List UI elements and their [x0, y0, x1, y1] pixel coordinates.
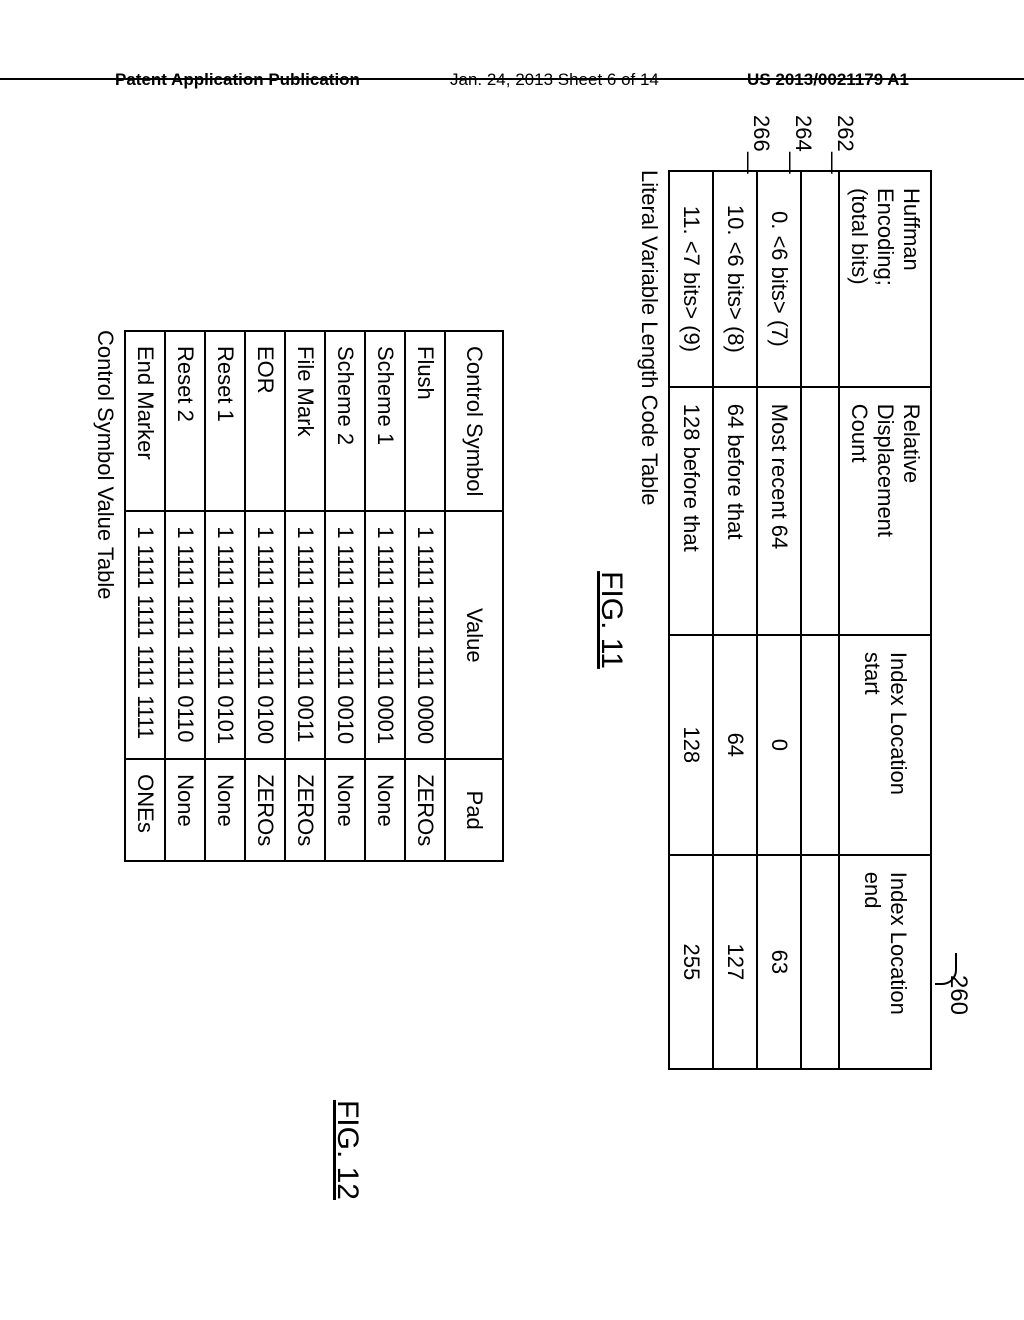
cell: None [205, 759, 245, 861]
cell: Most recent 64 [757, 387, 801, 635]
table-row: Reset 21 1111 1111 1111 0110None [165, 331, 205, 861]
fig11-label: FIG. 11 [594, 170, 628, 1070]
page-header: Patent Application Publication Jan. 24, … [0, 70, 1024, 80]
fig12-label: FIG. 12 [330, 1100, 364, 1200]
header-pub-text: Patent Application Publication [115, 70, 360, 90]
cell: 1 1111 1111 1111 0010 [325, 511, 365, 759]
table-row: 10. <6 bits> (8) 64 before that 64 127 [713, 171, 757, 1069]
col-index-end: Index Location end [839, 855, 931, 1069]
header-date-sheet: Jan. 24, 2013 Sheet 6 of 14 [450, 70, 659, 90]
leader-line-icon: — [760, 152, 762, 170]
cell: Reset 1 [205, 331, 245, 511]
col-rel-disp: Relative DisplacementCount [839, 387, 931, 635]
header-pub-number: US 2013/0021179 A1 [747, 70, 909, 90]
fig11-group: 260 262— 264— 266— Huffman Encoding;(tot… [594, 170, 932, 1070]
cell: 128 [669, 635, 713, 855]
cell: 1 1111 1111 1111 0011 [285, 511, 325, 759]
ref-264: 264— [790, 115, 816, 170]
fig11-caption: Literal Variable Length Code Table [636, 170, 662, 1070]
ref-266-text: 266 [748, 115, 774, 152]
cell: 1 1111 1111 1111 1111 [125, 511, 165, 759]
cell: 0. <6 bits> (7) [757, 171, 801, 387]
table-row: 11. <7 bits> (9) 128 before that 128 255 [669, 171, 713, 1069]
cell: 0 [757, 635, 801, 855]
col-pad: Pad [445, 759, 503, 861]
cell: 64 [713, 635, 757, 855]
fig12-group: FIG. 12 Control Symbol Value Pad Flush1 … [92, 330, 504, 1070]
col-index-start: Index Location start [839, 635, 931, 855]
fig12-caption: Control Symbol Value Table [92, 330, 118, 1070]
cell: ZEROs [245, 759, 285, 861]
cell: 1 1111 1111 1111 0000 [405, 511, 445, 759]
table-header-row: Huffman Encoding;(total bits) Relative D… [839, 171, 931, 1069]
cell: None [325, 759, 365, 861]
cell: None [365, 759, 405, 861]
leader-line-icon: — [844, 152, 846, 170]
cell: 64 before that [713, 387, 757, 635]
cell: 63 [757, 855, 801, 1069]
cell: 255 [669, 855, 713, 1069]
table-row: EOR1 1111 1111 1111 0100ZEROs [245, 331, 285, 861]
table-row: 0. <6 bits> (7) Most recent 64 0 63 [757, 171, 801, 1069]
cell: 1 1111 1111 1111 0100 [245, 511, 285, 759]
leader-line-icon: — [802, 152, 804, 170]
col-reldisp-line2: Count [847, 404, 872, 463]
literal-vlc-table: Huffman Encoding;(total bits) Relative D… [668, 170, 932, 1070]
col-huffman-line1: Huffman Encoding; [873, 188, 924, 286]
col-control-symbol: Control Symbol [445, 331, 503, 511]
table-header-row: Control Symbol Value Pad [445, 331, 503, 861]
cell: 127 [713, 855, 757, 1069]
cell: Scheme 1 [365, 331, 405, 511]
table-row: Scheme 11 1111 1111 1111 0001None [365, 331, 405, 861]
col-huffman: Huffman Encoding;(total bits) [839, 171, 931, 387]
cell: Flush [405, 331, 445, 511]
cell: ONEs [125, 759, 165, 861]
cell: Reset 2 [165, 331, 205, 511]
control-symbol-table: Control Symbol Value Pad Flush1 1111 111… [124, 330, 504, 862]
col-value: Value [445, 511, 503, 759]
cell: ZEROs [405, 759, 445, 861]
cell: 10. <6 bits> (8) [713, 171, 757, 387]
ref-266: 266— [748, 115, 774, 170]
cell: EOR [245, 331, 285, 511]
table-spacer-row [801, 171, 839, 1069]
ref-262: 262— [832, 115, 858, 170]
ref-262-text: 262 [832, 115, 858, 152]
ref-264-text: 264 [790, 115, 816, 152]
col-huffman-line2: (total bits) [847, 188, 872, 285]
figure-drawings-rotated: 260 262— 264— 266— Huffman Encoding;(tot… [92, 170, 932, 1070]
cell: 1 1111 1111 1111 0101 [205, 511, 245, 759]
cell: 1 1111 1111 1111 0110 [165, 511, 205, 759]
table-row: Flush1 1111 1111 1111 0000ZEROs [405, 331, 445, 861]
col-reldisp-line1: Relative Displacement [873, 404, 924, 537]
cell: Scheme 2 [325, 331, 365, 511]
cell: 128 before that [669, 387, 713, 635]
cell: File Mark [285, 331, 325, 511]
table-row: File Mark1 1111 1111 1111 0011ZEROs [285, 331, 325, 861]
cell: 1 1111 1111 1111 0001 [365, 511, 405, 759]
cell: None [165, 759, 205, 861]
table-row: Reset 11 1111 1111 1111 0101None [205, 331, 245, 861]
cell: 11. <7 bits> (9) [669, 171, 713, 387]
table-row: End Marker1 1111 1111 1111 1111ONEs [125, 331, 165, 861]
table-row: Scheme 21 1111 1111 1111 0010None [325, 331, 365, 861]
cell: End Marker [125, 331, 165, 511]
cell: ZEROs [285, 759, 325, 861]
